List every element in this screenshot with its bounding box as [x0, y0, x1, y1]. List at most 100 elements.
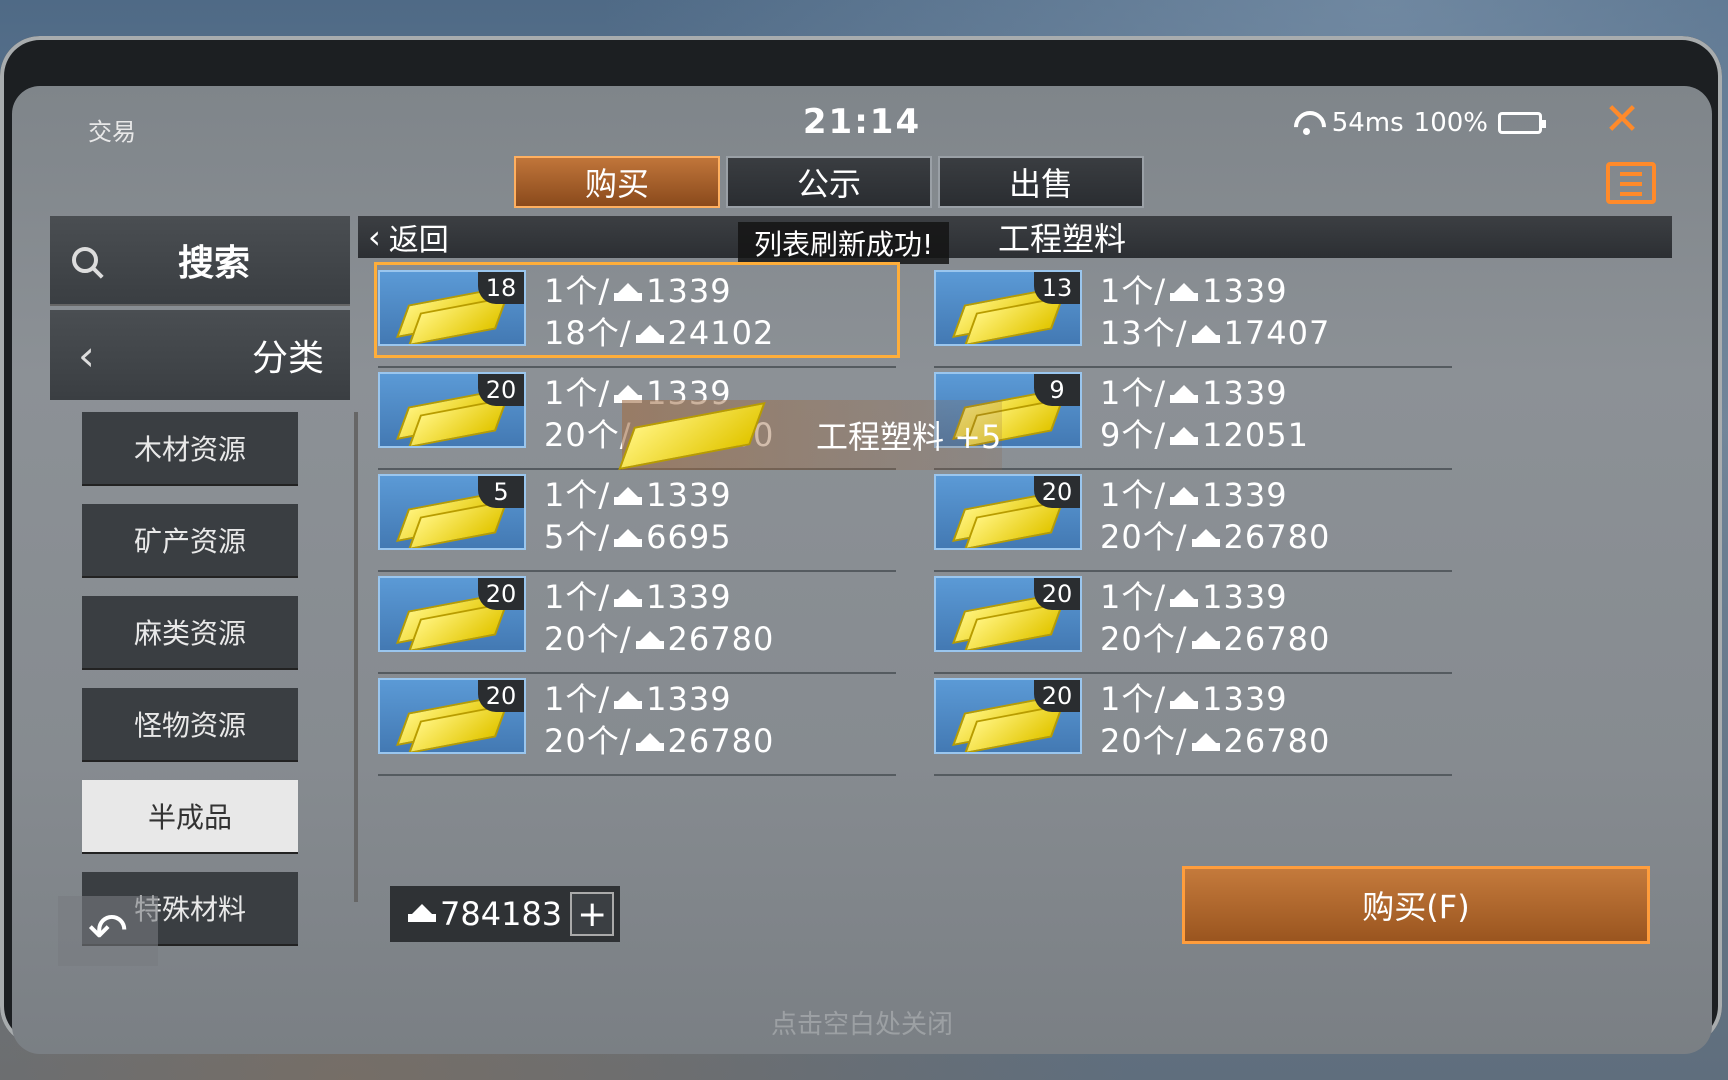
refresh-toast: 列表刷新成功!: [738, 222, 950, 264]
currency-icon: [1170, 385, 1199, 405]
unit-price: 1个/1339: [544, 470, 732, 516]
tab-buy[interactable]: 购买: [514, 156, 720, 208]
list-header: ‹ 返回 工程塑料: [358, 216, 1672, 258]
sidebar-item-semi-finished[interactable]: 半成品: [82, 780, 298, 852]
close-icon[interactable]: ✕: [1602, 98, 1642, 142]
currency-icon: [614, 487, 643, 507]
listing-item[interactable]: 201个/133920个/26780: [934, 470, 1464, 572]
currency-icon: [1170, 589, 1199, 609]
currency-icon: [614, 283, 643, 303]
status-bar: 54ms 100%: [1292, 108, 1546, 138]
listing-item[interactable]: 18 1个/1339 18个/24102: [374, 262, 908, 368]
currency-icon: [408, 904, 436, 924]
stack-count: 20: [478, 680, 524, 712]
total-price-value: 26780: [667, 620, 775, 658]
listing-item[interactable]: 9 1个/1339 9个/12051: [934, 368, 1464, 470]
total-price-value: 26780: [1223, 722, 1331, 760]
unit-price-value: 1339: [1202, 476, 1288, 514]
total-qty-label: 20个/: [544, 722, 632, 760]
total-price-value: 26780: [1223, 620, 1331, 658]
unit-label: 1个/: [544, 374, 611, 412]
search-button[interactable]: 搜索: [50, 216, 350, 306]
listing-item[interactable]: 13 1个/1339 13个/17407: [934, 266, 1464, 368]
search-label: 搜索: [178, 243, 251, 284]
plastic-item-icon: 20: [934, 474, 1082, 550]
unit-price-value: 1339: [1202, 374, 1288, 412]
sidebar-item-hemp[interactable]: 麻类资源: [82, 596, 298, 668]
unit-label: 1个/: [544, 578, 611, 616]
add-currency-button[interactable]: +: [570, 892, 615, 936]
undo-back-icon[interactable]: ↶: [58, 896, 158, 966]
buy-button[interactable]: 购买(F): [1182, 866, 1650, 944]
unit-price: 1个/1339: [1100, 470, 1288, 516]
total-price-value: 26780: [1223, 518, 1331, 556]
listing-item[interactable]: 201个/133920个/26780: [934, 572, 1464, 674]
currency-icon: [1191, 529, 1220, 549]
plastic-item-icon: 18: [378, 270, 526, 346]
currency-icon: [1170, 427, 1199, 447]
currency-icon: [635, 733, 664, 753]
stack-count: 20: [478, 374, 524, 406]
total-price: 9个/12051: [1100, 410, 1309, 456]
currency-icon: [1170, 487, 1199, 507]
currency-icon: [635, 325, 664, 345]
currency-icon: [1191, 631, 1220, 651]
total-price: 18个/24102: [544, 308, 774, 354]
sidebar-scrollbar[interactable]: [354, 412, 358, 902]
unit-label: 1个/: [1100, 476, 1167, 514]
chevron-left-icon: ‹: [78, 330, 95, 380]
unit-price: 1个/1339: [544, 572, 732, 618]
sidebar-item-wood[interactable]: 木材资源: [82, 412, 298, 484]
listing-item[interactable]: 20 1个/133920个/26780: [378, 674, 908, 776]
currency-icon: [1170, 691, 1199, 711]
category-back-button[interactable]: ‹ 分类: [50, 310, 350, 400]
stack-count: 9: [1034, 374, 1080, 406]
unit-price: 1个/1339: [1100, 266, 1288, 312]
battery-text: 100%: [1413, 108, 1488, 138]
unit-price-value: 1339: [1202, 272, 1288, 310]
tab-sell[interactable]: 出售: [938, 156, 1144, 208]
sidebar: 搜索 ‹ 分类 木材资源 矿产资源 麻类资源 怪物资源 半成品 特殊材料: [50, 216, 358, 944]
stack-count: 20: [1034, 578, 1080, 610]
currency-icon: [614, 589, 643, 609]
clipboard-icon[interactable]: [1606, 162, 1656, 204]
total-price: 20个/26780: [544, 614, 774, 660]
unit-price: 1个/1339: [544, 674, 732, 720]
search-icon: [72, 247, 98, 273]
total-price: 20个/26780: [1100, 512, 1330, 558]
stack-count: 18: [478, 272, 524, 304]
listing-item[interactable]: 5 1个/1339 5个/6695: [378, 470, 908, 572]
unit-label: 1个/: [544, 476, 611, 514]
total-price: 20个/26780: [1100, 716, 1330, 762]
listing-item[interactable]: 201个/133920个/26780: [934, 674, 1464, 776]
trade-tabs: 购买 公示 出售: [514, 156, 1144, 208]
sidebar-item-monster[interactable]: 怪物资源: [82, 688, 298, 760]
ping-text: 54ms: [1331, 108, 1404, 138]
unit-label: 1个/: [1100, 374, 1167, 412]
unit-price: 1个/1339: [544, 266, 732, 312]
total-price-value: 26780: [667, 722, 775, 760]
wallet: 784183 +: [390, 886, 621, 942]
sidebar-item-mineral[interactable]: 矿产资源: [82, 504, 298, 576]
tab-announce[interactable]: 公示: [726, 156, 932, 208]
wifi-icon: [1292, 111, 1322, 135]
total-price-value: 6695: [646, 518, 732, 556]
unit-price-value: 1339: [646, 578, 732, 616]
total-qty-label: 18个/: [544, 314, 632, 352]
currency-icon: [1170, 283, 1199, 303]
currency-icon: [614, 529, 643, 549]
trade-screen: 交易 21:14 54ms 100% ✕ 购买 公示 出售 搜索 ‹ 分类 木材: [12, 86, 1712, 1054]
total-qty-label: 9个/: [1100, 416, 1167, 454]
pickup-notice: 工程塑料 +5: [816, 418, 1002, 456]
currency-icon: [1191, 325, 1220, 345]
back-button[interactable]: ‹ 返回: [368, 215, 449, 259]
unit-label: 1个/: [544, 680, 611, 718]
total-qty-label: 20个/: [1100, 722, 1188, 760]
listing-item[interactable]: 201个/133920个/26780: [378, 572, 908, 674]
unit-label: 1个/: [544, 272, 611, 310]
total-price-value: 24102: [667, 314, 775, 352]
plastic-item-icon: 20: [934, 576, 1082, 652]
total-qty-label: 20个/: [1100, 518, 1188, 556]
stack-count: 20: [1034, 476, 1080, 508]
chevron-left-icon: ‹: [368, 218, 381, 256]
